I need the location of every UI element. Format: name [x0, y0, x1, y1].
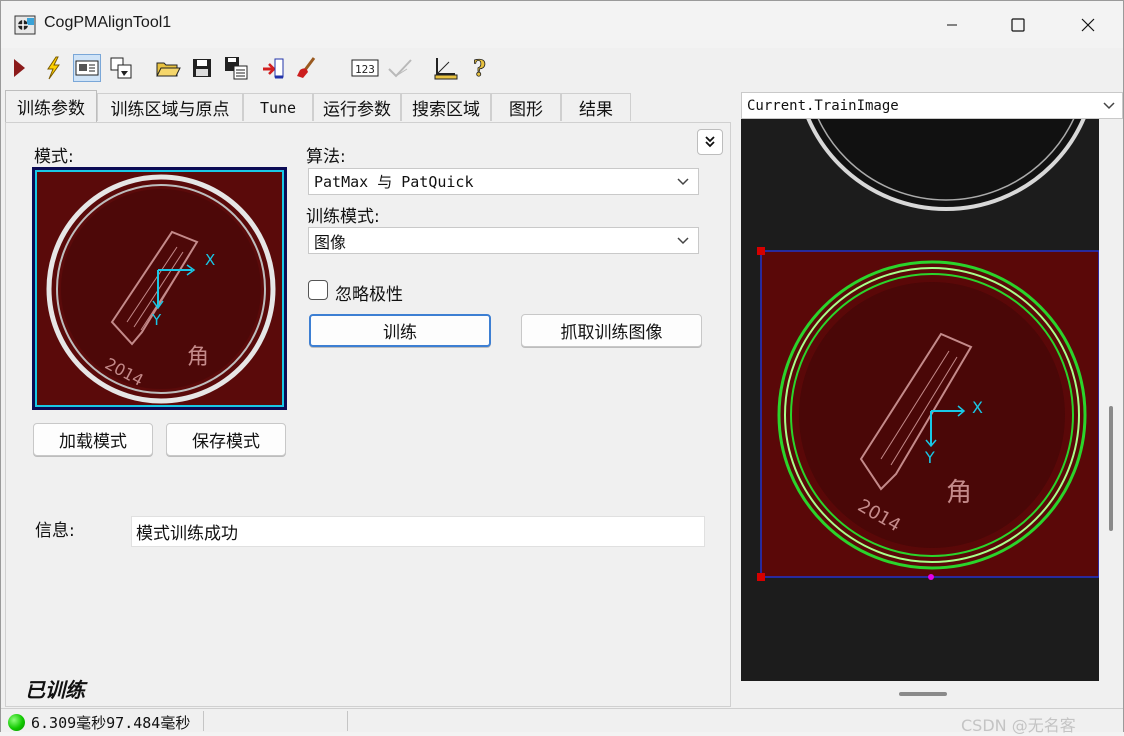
status-separator [347, 711, 348, 731]
help-icon[interactable]: ? [466, 54, 494, 82]
train-mode-select[interactable]: 图像 [308, 227, 699, 254]
save-pattern-button[interactable]: 保存模式 [166, 423, 286, 456]
chevron-down-icon [677, 237, 689, 245]
ignore-polarity-label: 忽略极性 [335, 285, 403, 305]
local-graphics-icon[interactable] [107, 54, 135, 82]
algorithm-label: 算法: [306, 147, 346, 167]
tab-train-params[interactable]: 训练参数 [5, 90, 97, 122]
train-image-display[interactable]: X Y 2014 角 [741, 119, 1099, 681]
tab-strip: 训练参数 训练区域与原点 Tune 运行参数 搜索区域 图形 结果 [5, 90, 731, 122]
minimize-button[interactable] [929, 1, 975, 48]
pattern-label: 模式: [34, 147, 74, 167]
window-title: CogPMAlignTool1 [44, 14, 172, 31]
pattern-axis-y: Y [151, 311, 162, 329]
electric-run-icon[interactable] [39, 54, 67, 82]
disabled-check-icon [386, 54, 414, 82]
image-coin-unit: 角 [946, 478, 972, 508]
pattern-image: X Y 2014 角 [35, 170, 284, 407]
clear-icon[interactable] [293, 54, 321, 82]
expand-button[interactable] [697, 129, 723, 155]
image-selector-value: Current.TrainImage [747, 97, 899, 114]
pattern-preview[interactable]: X Y 2014 角 [32, 167, 287, 410]
tab-train-region-origin[interactable]: 训练区域与原点 [97, 93, 243, 121]
image-axis-y: Y [924, 448, 935, 467]
tab-label: 训练参数 [17, 99, 85, 119]
close-button[interactable] [1065, 1, 1111, 48]
tab-label: 运行参数 [323, 100, 391, 120]
reset-icon[interactable] [259, 54, 287, 82]
status-timing: 6.309毫秒97.484毫秒 [31, 714, 191, 732]
show-panel-icon[interactable] [73, 54, 101, 82]
chevron-down-icon [1103, 102, 1115, 110]
svg-text:123: 123 [355, 63, 375, 76]
status-led-icon [8, 714, 25, 731]
run-icon[interactable] [5, 54, 33, 82]
tab-tune[interactable]: Tune [243, 93, 313, 121]
vertical-scrollbar[interactable] [1100, 119, 1123, 681]
save-icon[interactable] [188, 54, 216, 82]
tab-search-region[interactable]: 搜索区域 [401, 93, 491, 121]
load-pattern-button[interactable]: 加载模式 [33, 423, 153, 456]
algorithm-value: PatMax 与 PatQuick [314, 173, 474, 191]
horizontal-scroll-thumb[interactable] [899, 692, 947, 696]
grab-train-image-button[interactable]: 抓取训练图像 [521, 314, 702, 347]
svg-text:?: ? [473, 56, 486, 80]
tab-label: 训练区域与原点 [110, 100, 230, 120]
maximize-button[interactable] [995, 1, 1041, 48]
tab-label: 搜索区域 [412, 100, 480, 120]
floating-ruler-icon[interactable] [432, 54, 460, 82]
tab-label: Tune [259, 98, 297, 117]
tab-label: 结果 [579, 100, 613, 120]
tab-graphics[interactable]: 图形 [491, 93, 561, 121]
pattern-axis-x: X [205, 251, 215, 269]
status-separator [203, 711, 204, 731]
image-selector[interactable]: Current.TrainImage [741, 92, 1123, 119]
app-icon [14, 14, 36, 36]
cog-pm-align-tool-window: CogPMAlignTool1 123 ? 训练参数 训练区域与原点 Tune … [0, 0, 1124, 735]
info-label: 信息: [35, 521, 75, 541]
tab-results[interactable]: 结果 [561, 93, 631, 121]
toolbar: 123 ? [1, 51, 1123, 85]
save-settings-icon[interactable] [222, 54, 250, 82]
open-icon[interactable] [154, 54, 182, 82]
image-axis-x: X [972, 398, 983, 417]
status-bar: 6.309毫秒97.484毫秒 CSDN @无名客 [1, 708, 1123, 735]
algorithm-select[interactable]: PatMax 与 PatQuick [308, 168, 699, 195]
trained-status: 已训练 [25, 678, 85, 702]
tab-label: 图形 [509, 100, 543, 120]
chevron-down-icon [677, 178, 689, 186]
double-chevron-down-icon [705, 136, 715, 148]
numeric-display-icon[interactable]: 123 [351, 54, 379, 82]
train-mode-label: 训练模式: [306, 207, 380, 227]
title-bar: CogPMAlignTool1 [1, 1, 1123, 48]
train-mode-value: 图像 [314, 232, 347, 252]
watermark: CSDN @无名客 [961, 716, 1076, 735]
pattern-coin-unit: 角 [187, 345, 209, 370]
tab-run-params[interactable]: 运行参数 [313, 93, 401, 121]
info-field: 模式训练成功 [131, 516, 705, 547]
vertical-scroll-thumb[interactable] [1109, 406, 1113, 531]
train-button[interactable]: 训练 [309, 314, 491, 347]
ignore-polarity-checkbox[interactable] [308, 280, 328, 300]
